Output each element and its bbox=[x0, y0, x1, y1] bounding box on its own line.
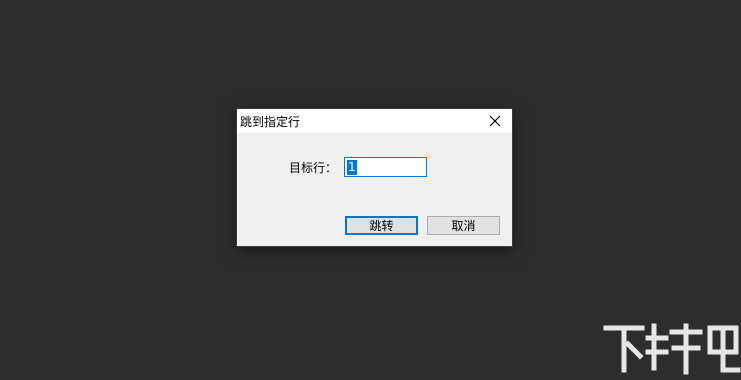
desktop-background: 跳到指定行 目标行： 1 跳转 取消 bbox=[0, 0, 741, 380]
dialog-title: 跳到指定行 bbox=[240, 115, 301, 129]
target-line-input[interactable]: 1 bbox=[344, 157, 427, 177]
site-watermark-logo bbox=[602, 322, 741, 380]
goto-line-dialog: 跳到指定行 目标行： 1 跳转 取消 bbox=[237, 109, 512, 246]
close-button[interactable] bbox=[478, 109, 512, 133]
target-line-value: 1 bbox=[347, 159, 357, 175]
close-icon bbox=[489, 115, 501, 127]
target-line-label: 目标行： bbox=[289, 161, 338, 175]
cancel-button[interactable]: 取消 bbox=[427, 216, 500, 235]
go-button[interactable]: 跳转 bbox=[345, 216, 418, 235]
dialog-titlebar[interactable]: 跳到指定行 bbox=[237, 109, 512, 133]
